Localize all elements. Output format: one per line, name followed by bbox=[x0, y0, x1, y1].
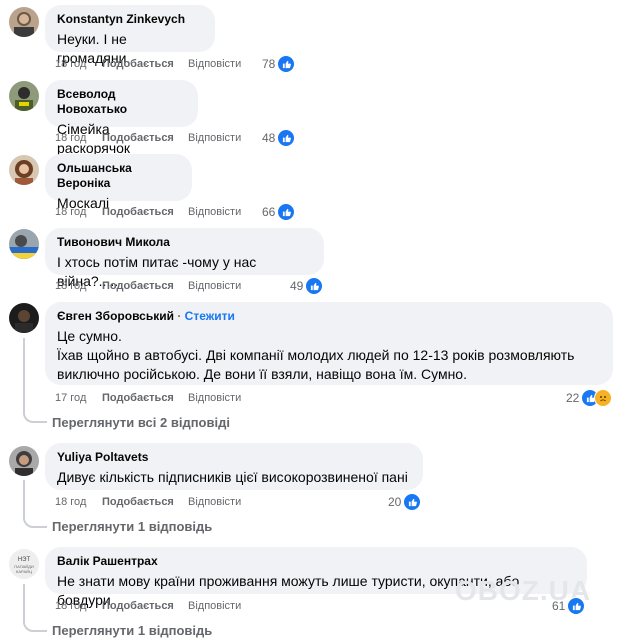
avatar[interactable] bbox=[9, 446, 39, 476]
avatar[interactable] bbox=[9, 303, 39, 333]
thumbs-up-icon bbox=[305, 277, 324, 295]
avatar[interactable] bbox=[9, 155, 39, 185]
reply-button[interactable]: Відповісти bbox=[188, 131, 241, 145]
like-button[interactable]: Подобається bbox=[102, 279, 174, 293]
comment-author[interactable]: Тивонович Микола bbox=[57, 235, 312, 250]
comment-text: Це сумно. Їхав щойно в автобусі. Дві ком… bbox=[57, 328, 575, 382]
reaction-count[interactable]: 48 bbox=[262, 129, 296, 147]
thread-connector bbox=[23, 510, 47, 528]
comment-bubble: Всеволод Новохатько Сімейка раскорячок bbox=[45, 80, 198, 156]
reply-button[interactable]: Відповісти bbox=[188, 599, 241, 613]
comment-author-name[interactable]: Євген Зборовський bbox=[57, 309, 174, 323]
thread-connector bbox=[23, 338, 25, 415]
thumbs-up-icon bbox=[277, 129, 296, 147]
reply-button[interactable]: Відповісти bbox=[188, 495, 241, 509]
comment-bubble: Konstantyn Zinkevych Неуки. І не громадя… bbox=[45, 5, 215, 66]
avatar[interactable]: НЭТ ПАПАЙДИ КАРАЙЦ bbox=[9, 549, 39, 579]
svg-text:КАРАЙЦ: КАРАЙЦ bbox=[16, 569, 32, 574]
comment-text: Дивує кількість підписників цієї високор… bbox=[57, 469, 408, 485]
reaction-count[interactable]: 66 bbox=[262, 203, 296, 221]
avatar[interactable] bbox=[9, 81, 39, 111]
comment-author[interactable]: Валік Рашентрах bbox=[57, 554, 575, 569]
thumbs-up-icon bbox=[277, 203, 296, 221]
avatar[interactable] bbox=[9, 229, 39, 259]
svg-text:НЭТ: НЭТ bbox=[18, 557, 31, 563]
comment-timestamp[interactable]: 18 год bbox=[55, 131, 86, 145]
reaction-count[interactable]: 61 bbox=[552, 597, 586, 615]
comment-timestamp[interactable]: 18 год bbox=[55, 205, 86, 219]
comment-text: І хтось потім питає -чому у нас війна?..… bbox=[57, 254, 257, 289]
like-button[interactable]: Подобається bbox=[102, 495, 174, 509]
thumbs-up-icon bbox=[403, 493, 422, 511]
comment-bubble: Yuliya Poltavets Дивує кількість підписн… bbox=[45, 443, 423, 490]
reaction-count[interactable]: 22 bbox=[566, 389, 613, 407]
thread-connector bbox=[23, 614, 47, 632]
reply-button[interactable]: Відповісти bbox=[188, 391, 241, 405]
comment-author[interactable]: Konstantyn Zinkevych bbox=[57, 12, 203, 27]
comment-bubble: Ольшанська Вероніка Москалі bbox=[45, 154, 192, 211]
thread-connector bbox=[23, 405, 47, 423]
comment-timestamp[interactable]: 18 год bbox=[55, 599, 86, 613]
comment-timestamp[interactable]: 18 год bbox=[55, 495, 86, 509]
comment-author[interactable]: Ольшанська Вероніка bbox=[57, 161, 180, 191]
like-button[interactable]: Подобається bbox=[102, 391, 174, 405]
comment-author[interactable]: Всеволод Новохатько bbox=[57, 87, 186, 117]
comment-timestamp[interactable]: 18 год bbox=[55, 57, 86, 71]
reply-button[interactable]: Відповісти bbox=[188, 57, 241, 71]
like-button[interactable]: Подобається bbox=[102, 57, 174, 71]
like-button[interactable]: Подобається bbox=[102, 205, 174, 219]
comment-timestamp[interactable]: 17 год bbox=[55, 391, 86, 405]
like-button[interactable]: Подобається bbox=[102, 131, 174, 145]
comment-author[interactable]: Yuliya Poltavets bbox=[57, 450, 411, 465]
reaction-count[interactable]: 20 bbox=[388, 493, 422, 511]
thumbs-up-icon bbox=[567, 597, 586, 615]
reaction-count[interactable]: 78 bbox=[262, 55, 296, 73]
thumbs-up-icon bbox=[277, 55, 296, 73]
reply-button[interactable]: Відповісти bbox=[188, 279, 241, 293]
sad-face-icon bbox=[594, 389, 613, 407]
comment-author: Євген Зборовський · Стежити bbox=[57, 309, 235, 323]
view-replies-link[interactable]: Переглянути 1 відповідь bbox=[52, 623, 212, 638]
view-replies-link[interactable]: Переглянути всі 2 відповіді bbox=[52, 415, 230, 430]
avatar[interactable] bbox=[9, 7, 39, 37]
comment-bubble: Євген Зборовський · Стежити Це сумно. Їх… bbox=[45, 302, 613, 385]
follow-link[interactable]: Стежити bbox=[185, 309, 235, 323]
reaction-count[interactable]: 49 bbox=[290, 277, 324, 295]
comment-timestamp[interactable]: 18 год bbox=[55, 279, 86, 293]
like-button[interactable]: Подобається bbox=[102, 599, 174, 613]
reply-button[interactable]: Відповісти bbox=[188, 205, 241, 219]
view-replies-link[interactable]: Переглянути 1 відповідь bbox=[52, 519, 212, 534]
comment-bubble: Тивонович Микола І хтось потім питає -чо… bbox=[45, 228, 324, 289]
